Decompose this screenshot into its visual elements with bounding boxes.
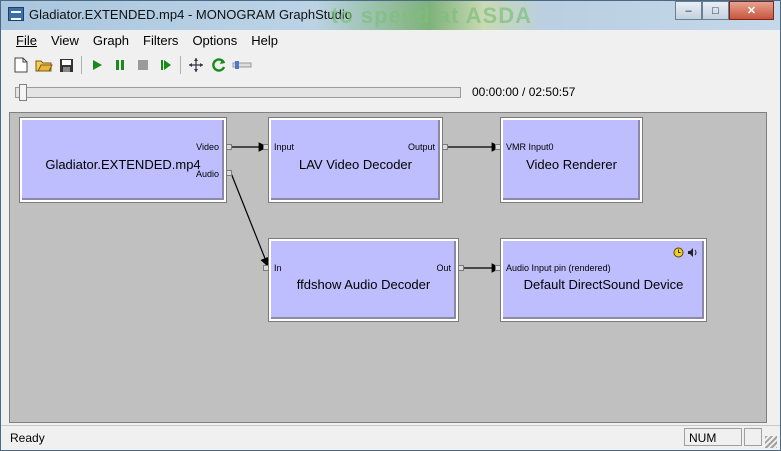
filter-name: LAV Video Decoder — [299, 157, 412, 172]
pin-label-audio: Audio — [195, 169, 219, 179]
pin-output[interactable] — [442, 144, 448, 150]
pin-vmr-input[interactable] — [495, 144, 501, 150]
menu-filters[interactable]: Filters — [136, 31, 185, 51]
speaker-icon — [687, 245, 698, 263]
pin-label-video: Video — [196, 142, 219, 152]
connection-audio — [230, 172, 270, 268]
volume-slider-icon[interactable] — [230, 54, 253, 76]
seek-bar[interactable] — [15, 87, 461, 98]
menu-help[interactable]: Help — [244, 31, 285, 51]
filter-video-decoder[interactable]: LAV Video Decoder Input Output — [268, 117, 443, 203]
refresh-icon[interactable] — [207, 54, 230, 76]
pin-audio-input[interactable] — [495, 265, 501, 271]
minimize-button[interactable]: – — [675, 1, 702, 20]
status-empty-pane — [744, 428, 762, 446]
clock-icon — [673, 245, 684, 263]
menu-graph[interactable]: Graph — [86, 31, 136, 51]
open-folder-icon[interactable] — [32, 54, 55, 76]
close-button[interactable]: ✕ — [729, 1, 774, 20]
stop-icon[interactable] — [131, 54, 154, 76]
menu-options[interactable]: Options — [185, 31, 244, 51]
background-ad-text: to spend at ASDA — [331, 3, 532, 28]
seek-thumb[interactable] — [19, 84, 27, 101]
menu-file[interactable]: File — [9, 31, 44, 51]
save-icon[interactable] — [55, 54, 78, 76]
seek-bar-row: 00:00:00 / 02:50:57 — [9, 81, 774, 103]
pin-label-audio-input: Audio Input pin (rendered) — [506, 263, 611, 273]
resize-grip[interactable] — [765, 436, 777, 448]
filter-name: Default DirectSound Device — [523, 277, 684, 292]
status-text: Ready — [10, 431, 45, 445]
app-window: Gladiator.EXTENDED.mp4 - MONOGRAM GraphS… — [0, 0, 781, 451]
window-title: Gladiator.EXTENDED.mp4 - MONOGRAM GraphS… — [29, 7, 352, 22]
pin-in[interactable] — [263, 265, 269, 271]
pin-label-input: Input — [274, 142, 295, 152]
filter-name: Video Renderer — [526, 157, 617, 172]
menu-bar: File View Graph Filters Options Help — [9, 31, 285, 51]
pin-label-vmr-input: VMR Input0 — [506, 142, 554, 152]
pin-label-in: In — [274, 263, 282, 273]
app-icon[interactable] — [8, 7, 24, 21]
time-display: 00:00:00 / 02:50:57 — [472, 85, 576, 99]
filter-name: ffdshow Audio Decoder — [296, 277, 431, 292]
toolbar-separator — [180, 56, 181, 74]
menu-view[interactable]: View — [44, 31, 86, 51]
filter-audio-decoder[interactable]: ffdshow Audio Decoder In Out — [268, 238, 459, 322]
filter-video-renderer[interactable]: Video Renderer VMR Input0 — [500, 117, 643, 203]
pin-input[interactable] — [263, 144, 269, 150]
new-file-icon[interactable] — [9, 54, 32, 76]
pin-label-out: Out — [436, 263, 451, 273]
title-bar[interactable]: Gladiator.EXTENDED.mp4 - MONOGRAM GraphS… — [1, 1, 780, 30]
pin-out[interactable] — [458, 265, 464, 271]
filter-source[interactable]: Gladiator.EXTENDED.mp4 Video Audio — [19, 117, 227, 203]
frame-step-icon[interactable] — [154, 54, 177, 76]
status-num-lock: NUM — [684, 428, 742, 446]
play-icon[interactable] — [85, 54, 108, 76]
maximize-button[interactable]: □ — [702, 1, 729, 20]
graph-canvas[interactable]: Gladiator.EXTENDED.mp4 Video Audio LAV V… — [9, 112, 767, 423]
toolbar-separator — [81, 56, 82, 74]
pin-label-output: Output — [407, 142, 435, 152]
toolbar — [9, 53, 253, 77]
status-bar: Ready NUM — [1, 425, 780, 450]
filter-name: Gladiator.EXTENDED.mp4 — [45, 157, 201, 172]
pin-audio-out[interactable] — [226, 170, 232, 176]
pause-icon[interactable] — [108, 54, 131, 76]
arrange-icon[interactable] — [184, 54, 207, 76]
filter-audio-renderer[interactable]: Default DirectSound Device Audio Input p… — [500, 238, 707, 322]
pin-video-out[interactable] — [226, 144, 232, 150]
